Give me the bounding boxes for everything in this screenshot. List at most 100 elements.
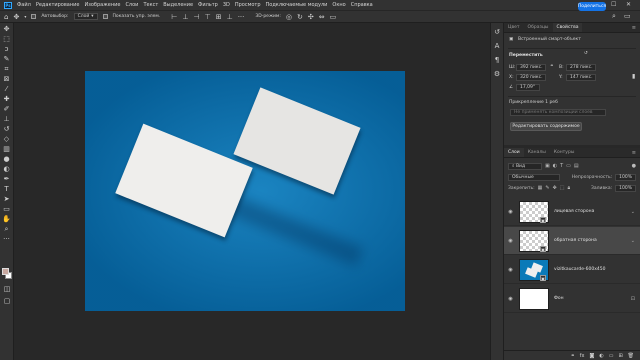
tab-color[interactable]: Цвет xyxy=(504,23,524,32)
lock-paint-icon[interactable]: ✎ xyxy=(545,185,549,191)
clone-stamp-icon[interactable]: ⊥ xyxy=(2,116,12,123)
angle-field[interactable]: 17,09° xyxy=(516,84,540,91)
slide-3d-icon[interactable]: ⇔ xyxy=(319,13,325,21)
lock-all-icon[interactable]: 🔒︎ xyxy=(568,185,571,191)
layer-row[interactable]: ◉ ▣ обратная сторона ⌄ xyxy=(504,227,640,255)
panel-menu-icon[interactable]: ≡ xyxy=(632,23,640,32)
orbit-3d-icon[interactable]: ◎ xyxy=(286,13,292,21)
scrollbar[interactable]: ▮ xyxy=(632,73,635,80)
filter-toggle-icon[interactable]: ● xyxy=(632,163,636,169)
autoselect-dropdown[interactable]: Слой ▾ xyxy=(73,13,98,20)
filter-kind-dropdown[interactable]: ⌕ Вид xyxy=(508,162,542,170)
menu-type[interactable]: Текст xyxy=(143,2,158,8)
paragraph-panel-icon[interactable]: ¶ xyxy=(495,56,499,64)
filter-shape-icon[interactable]: ▭ xyxy=(566,163,571,169)
tab-layers[interactable]: Слои xyxy=(504,148,524,157)
visibility-eye-icon[interactable]: ◉ xyxy=(506,296,515,302)
new-group-icon[interactable]: ▭ xyxy=(609,353,614,359)
visibility-eye-icon[interactable]: ◉ xyxy=(506,267,515,273)
healing-brush-icon[interactable]: ✚ xyxy=(2,96,12,103)
layer-name[interactable]: Фон xyxy=(554,296,564,301)
opacity-field[interactable]: 100% xyxy=(615,173,636,181)
blur-tool-icon[interactable]: ● xyxy=(2,156,12,163)
new-layer-icon[interactable]: ⊞ xyxy=(618,353,622,359)
menu-3d[interactable]: 3D xyxy=(223,2,230,8)
y-field[interactable]: 147 пикс. xyxy=(566,74,596,81)
hand-tool-icon[interactable]: ✋ xyxy=(2,216,12,223)
type-tool-icon[interactable]: T xyxy=(2,186,12,193)
link-layers-icon[interactable]: ⚭ xyxy=(571,353,575,359)
width-field[interactable]: 392 пикс. xyxy=(516,64,546,71)
glyphs-panel-icon[interactable]: ⚙ xyxy=(494,70,500,78)
share-button[interactable]: Поделиться xyxy=(578,2,606,11)
fill-field[interactable]: 100% xyxy=(615,184,636,192)
zoom-tool-icon[interactable]: ⌕ xyxy=(2,226,12,233)
align-bottom-icon[interactable]: ⊥ xyxy=(227,13,233,21)
layer-name[interactable]: vizitkaucarde-600x450 xyxy=(554,267,606,272)
workspace-icon[interactable]: ▭ xyxy=(624,12,631,20)
frame-tool-icon[interactable]: ⊠ xyxy=(2,76,12,83)
menu-image[interactable]: Изображение xyxy=(84,2,120,8)
eyedropper-tool-icon[interactable]: ⁄ xyxy=(2,86,12,93)
transform-controls-checkbox[interactable] xyxy=(102,14,108,19)
filter-effects-icon[interactable]: ⌄ xyxy=(631,238,635,244)
lasso-tool-icon[interactable]: ↄ xyxy=(2,46,12,53)
quick-select-tool-icon[interactable]: ✎ xyxy=(2,56,12,63)
more-options-icon[interactable]: ··· xyxy=(238,13,245,21)
lock-artboard-icon[interactable]: ⬚ xyxy=(560,185,565,191)
foreground-color-swatch[interactable] xyxy=(2,268,9,275)
edit-contents-button[interactable]: Редактировать содержимое xyxy=(510,122,582,131)
menu-layers[interactable]: Слои xyxy=(125,2,138,8)
align-top-icon[interactable]: ⊤ xyxy=(205,13,211,21)
align-left-icon[interactable]: ⊢ xyxy=(171,13,177,21)
lock-move-icon[interactable]: ✥ xyxy=(553,185,557,191)
filter-pixel-icon[interactable]: ▣ xyxy=(545,163,550,169)
move-tool-icon[interactable]: ✥ xyxy=(2,26,12,33)
menu-select[interactable]: Выделение xyxy=(163,2,193,8)
layer-row[interactable]: ◉ Фон ⊡ xyxy=(504,285,640,313)
video-camera-icon[interactable]: ▭ xyxy=(330,13,337,21)
filter-type-icon[interactable]: T xyxy=(560,163,563,169)
menu-filter[interactable]: Фильтр xyxy=(198,2,218,8)
layer-comp-dropdown[interactable]: Не применять композиции слоев xyxy=(510,109,606,116)
filter-smart-icon[interactable]: ▤ xyxy=(574,163,579,169)
move-tool-icon[interactable]: ✥ xyxy=(13,13,19,21)
fx-icon[interactable]: fx xyxy=(580,353,585,359)
gradient-tool-icon[interactable]: ▥ xyxy=(2,146,12,153)
path-select-icon[interactable]: ➤ xyxy=(2,196,12,203)
quick-mask-icon[interactable]: ◫ xyxy=(2,286,12,293)
dodge-tool-icon[interactable]: ◐ xyxy=(2,166,12,173)
tab-paths[interactable]: Контуры xyxy=(550,148,579,157)
pan-3d-icon[interactable]: ✣ xyxy=(308,13,314,21)
history-brush-icon[interactable]: ↺ xyxy=(2,126,12,133)
screen-mode-icon[interactable]: ▢ xyxy=(2,298,12,305)
crop-tool-icon[interactable]: ⌗ xyxy=(2,66,12,73)
menu-window[interactable]: Окно xyxy=(332,2,345,8)
roll-3d-icon[interactable]: ↻ xyxy=(297,13,303,21)
x-field[interactable]: 320 пикс. xyxy=(516,74,546,81)
reset-icon[interactable]: ↺ xyxy=(584,51,588,56)
lock-pixels-icon[interactable]: ▦ xyxy=(538,185,543,191)
rectangle-tool-icon[interactable]: ▭ xyxy=(2,206,12,213)
tab-swatches[interactable]: Образцы xyxy=(524,23,553,32)
trash-icon[interactable]: 🗑︎ xyxy=(628,353,634,359)
link-icon[interactable]: ⚭ xyxy=(550,64,554,69)
filter-adjust-icon[interactable]: ◐ xyxy=(553,163,557,169)
menu-help[interactable]: Справка xyxy=(351,2,373,8)
menu-view[interactable]: Просмотр xyxy=(235,2,261,8)
more-tools-icon[interactable]: ··· xyxy=(2,236,12,243)
document-canvas[interactable] xyxy=(85,71,405,311)
filter-effects-icon[interactable]: ⌄ xyxy=(631,209,635,215)
history-icon[interactable]: ↺ xyxy=(494,28,500,36)
visibility-eye-icon[interactable]: ◉ xyxy=(506,238,515,244)
close-button[interactable]: ✕ xyxy=(626,1,631,8)
chevron-down-icon[interactable]: ▾ xyxy=(24,14,26,19)
character-panel-icon[interactable]: A xyxy=(495,42,500,50)
menu-edit[interactable]: Редактирование xyxy=(36,2,80,8)
height-field[interactable]: 278 пикс. xyxy=(566,64,596,71)
autoselect-checkbox[interactable] xyxy=(31,14,37,19)
home-icon[interactable]: ⌂ xyxy=(4,13,8,21)
pen-tool-icon[interactable]: ✒ xyxy=(2,176,12,183)
visibility-eye-icon[interactable]: ◉ xyxy=(506,209,515,215)
panel-menu-icon[interactable]: ≡ xyxy=(632,148,640,157)
